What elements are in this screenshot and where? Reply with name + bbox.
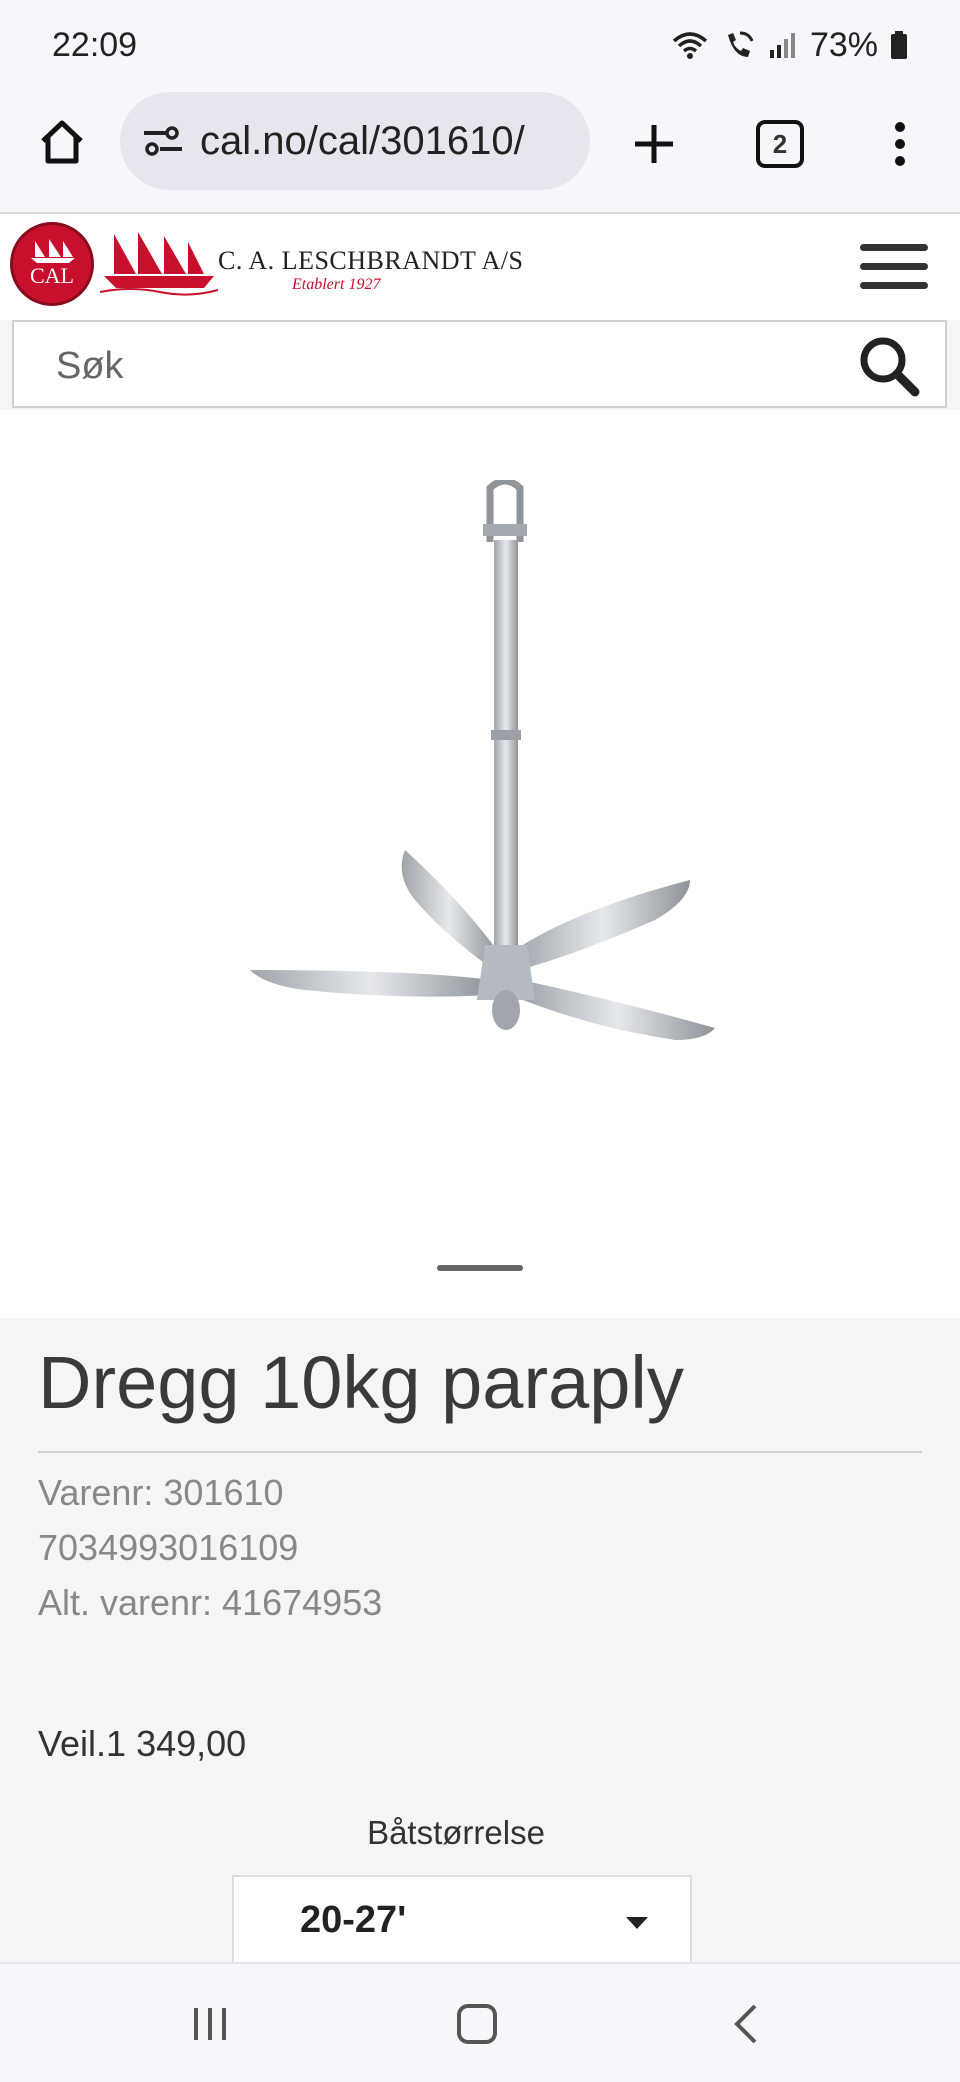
product-title: Dregg 10kg paraply [38, 1341, 684, 1424]
dropdown-caret-icon[interactable] [626, 1917, 648, 1929]
status-icons: 73% [670, 26, 908, 65]
battery-icon [891, 31, 907, 59]
home-button-icon[interactable] [437, 1992, 517, 2056]
brand-tagline: Etablert 1927 [292, 276, 381, 293]
site-settings-icon[interactable] [142, 124, 184, 158]
boat-size-label: Båtstørrelse [367, 1814, 545, 1851]
tab-count[interactable]: 2 [756, 120, 804, 168]
cal-logo[interactable]: CAL [10, 222, 94, 306]
brand-name: C. A. LESCHBRANDT A/S [218, 246, 524, 275]
ship-emblem-icon [31, 239, 75, 263]
anchor-product-image[interactable] [235, 480, 725, 1110]
more-vert-icon[interactable] [872, 112, 928, 176]
price-value: 1 349,00 [106, 1723, 247, 1764]
back-icon[interactable] [706, 1992, 786, 2056]
status-time: 22:09 [52, 25, 138, 64]
product-ean: 7034993016109 [38, 1527, 299, 1568]
product-gallery[interactable] [0, 410, 960, 1318]
boat-size-selected[interactable]: 20-27' [300, 1899, 406, 1942]
signal-icon [769, 33, 795, 58]
title-divider [38, 1451, 922, 1453]
address-bar[interactable]: cal.no/cal/301610/ [120, 92, 590, 190]
search-icon[interactable] [857, 334, 921, 398]
hamburger-menu-icon[interactable] [860, 244, 928, 292]
product-sku: Varenr: 301610 [38, 1472, 284, 1513]
search-bar [12, 320, 947, 408]
battery-percent: 73% [809, 25, 878, 64]
wifi-icon [672, 32, 708, 59]
sailing-ship-logo-icon[interactable] [100, 228, 218, 298]
home-icon[interactable] [30, 110, 94, 174]
product-price: Veil.1 349,00 [38, 1723, 246, 1765]
boat-size-select[interactable]: 20-27' [232, 1875, 692, 1967]
search-input[interactable] [54, 336, 818, 396]
recent-apps-icon[interactable] [170, 1992, 250, 2056]
url-text[interactable]: cal.no/cal/301610/ [200, 119, 525, 164]
tabs-icon[interactable]: 2 [748, 112, 812, 176]
product-alt-sku: Alt. varenr: 41674953 [38, 1582, 383, 1623]
slide-indicator[interactable] [437, 1265, 523, 1271]
system-nav-bar [0, 1962, 960, 2082]
price-label: Veil. [38, 1723, 107, 1764]
logo-text: CAL [30, 263, 74, 288]
new-tab-icon[interactable] [622, 112, 686, 176]
status-bar: 22:09 73% [0, 0, 960, 90]
wifi-calling-icon [727, 31, 754, 57]
